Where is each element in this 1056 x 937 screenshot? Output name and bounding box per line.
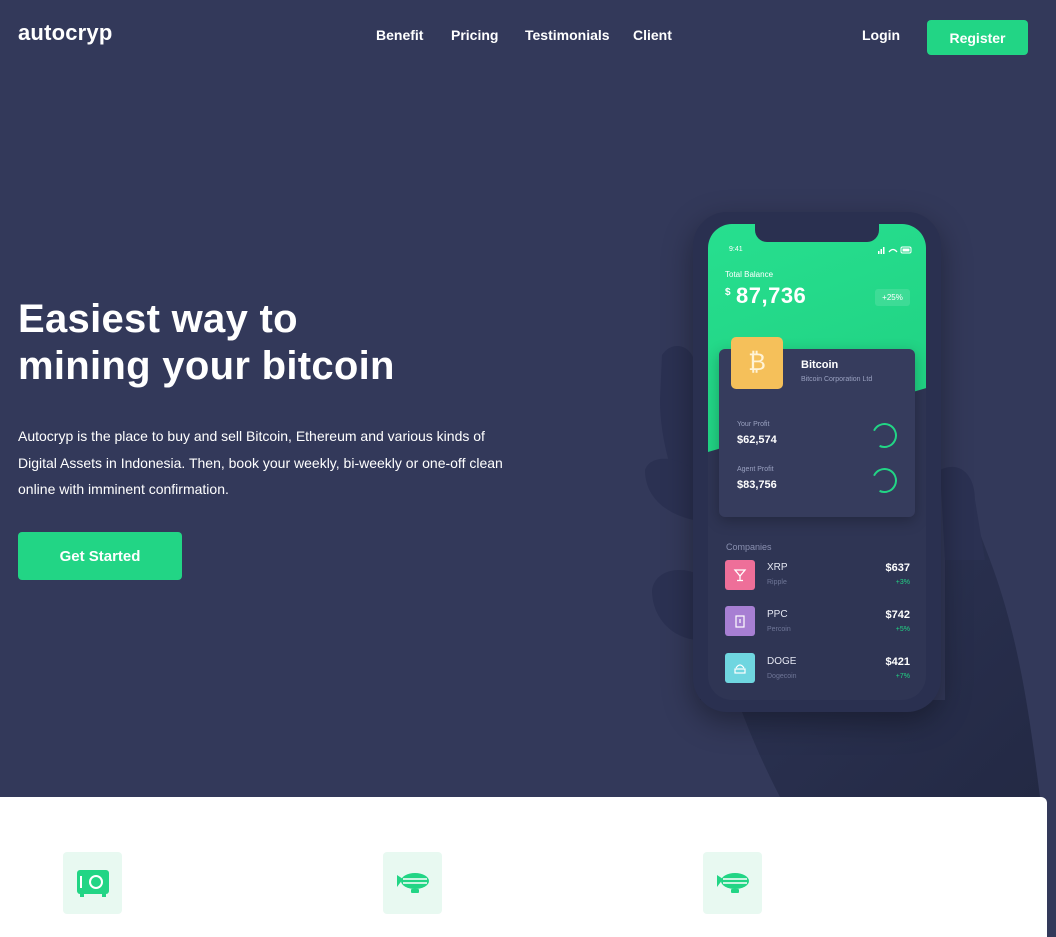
- feature-card-1: [63, 852, 122, 914]
- company-name: XRP: [767, 562, 788, 573]
- status-time: 9:41: [729, 246, 743, 253]
- company-subtitle: Percoin: [767, 626, 791, 633]
- status-icons: [878, 246, 912, 256]
- total-balance-label: Total Balance: [725, 270, 774, 279]
- company-name: PPC: [767, 609, 788, 620]
- feature-card-3: [703, 852, 762, 914]
- agent-profit-value: $83,756: [737, 479, 777, 491]
- company-change: +3%: [895, 579, 910, 586]
- companies-title: Companies: [726, 542, 772, 552]
- company-subtitle: Dogecoin: [767, 673, 797, 680]
- balance-change-badge: +25%: [875, 289, 910, 306]
- currency-symbol: $: [725, 287, 731, 298]
- features-section: [0, 797, 1047, 937]
- your-profit-value: $62,574: [737, 434, 777, 446]
- hand-finger-1: [645, 458, 694, 520]
- feature-card-2: [383, 852, 442, 914]
- company-subtitle: Ripple: [767, 579, 787, 586]
- company-price: $421: [885, 656, 910, 668]
- zeppelin-icon: [716, 873, 749, 893]
- agent-profit-label: Agent Profit: [737, 466, 774, 473]
- phone-notch: [755, 224, 879, 242]
- phone-screen: 9:41 Total Balance $ 87,736 +25% ₿ Bitco…: [708, 224, 926, 700]
- your-profit-label: Your Profit: [737, 421, 770, 428]
- company-name: DOGE: [767, 656, 797, 667]
- company-price: $637: [885, 562, 910, 574]
- signal-wifi-battery-icon: [878, 246, 912, 254]
- total-balance-value: 87,736: [736, 283, 807, 308]
- coin-name: Bitcoin: [801, 359, 839, 371]
- cocktail-icon: [725, 560, 755, 590]
- hand-finger-3: [940, 466, 985, 560]
- company-change: +7%: [895, 673, 910, 680]
- company-price: $742: [885, 609, 910, 621]
- coin-stack-icon: [725, 653, 755, 683]
- phone-mockup: 9:41 Total Balance $ 87,736 +25% ₿ Bitco…: [693, 212, 941, 712]
- coin-subtitle: Bitcoin Corporation Ltd: [801, 376, 873, 383]
- bitcoin-icon: ₿: [731, 337, 783, 389]
- building-icon: [725, 606, 755, 636]
- zeppelin-icon: [396, 873, 429, 893]
- company-change: +5%: [895, 626, 910, 633]
- safe-icon: [76, 870, 109, 897]
